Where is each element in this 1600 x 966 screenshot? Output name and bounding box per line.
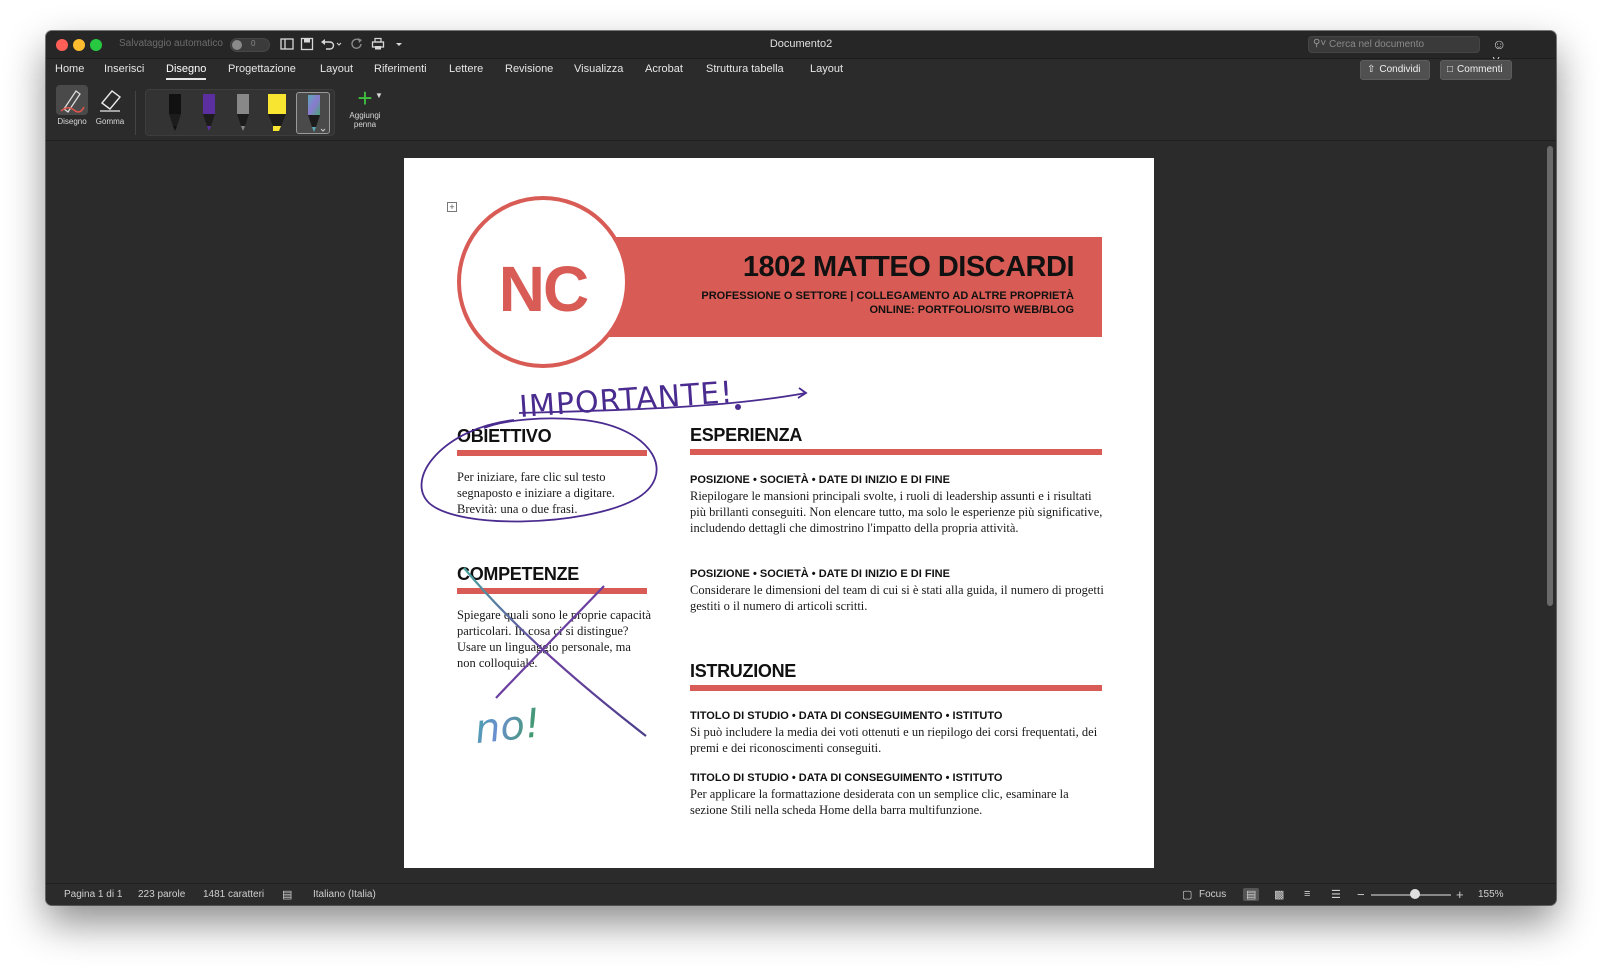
status-page-count[interactable]: Pagina 1 di 1	[64, 889, 122, 900]
search-input[interactable]	[1329, 38, 1477, 51]
search-box[interactable]: ⚲˅	[1308, 36, 1480, 53]
pen-black[interactable]	[158, 92, 192, 134]
chevron-down-icon: ▼	[375, 91, 383, 100]
experience-entry-1-head[interactable]: POSIZIONE • SOCIETÀ • DATE DI INIZIO E D…	[690, 474, 950, 486]
ink-arrowhead-stroke[interactable]	[797, 387, 808, 399]
tab-inserisci[interactable]: Inserisci	[104, 63, 144, 75]
status-word-count[interactable]: 223 parole	[138, 889, 185, 900]
ink-note-importante[interactable]: IMPORTANTE!	[518, 375, 734, 425]
status-char-count[interactable]: 1481 caratteri	[203, 889, 264, 900]
experience-rule	[690, 449, 1102, 455]
objective-text[interactable]: Per iniziare, fare clic sul testo segnap…	[457, 469, 652, 517]
document-canvas[interactable]: + NC 1802 MATTEO DISCARDI PROFESSIONE O …	[46, 142, 1556, 883]
word-window: Salvataggio automatico 0 Documento2 ⚲˅ ☺…	[46, 31, 1556, 905]
tab-progettazione[interactable]: Progettazione	[228, 63, 296, 75]
experience-heading[interactable]: ESPERIENZA	[690, 425, 802, 446]
draw-tool-button[interactable]: Disegno	[54, 85, 90, 126]
eraser-icon	[94, 85, 126, 115]
tab-riferimenti[interactable]: Riferimenti	[374, 63, 427, 75]
education-entry-2-text[interactable]: Per applicare la formattazione desiderat…	[690, 786, 1105, 818]
tab-visualizza[interactable]: Visualizza	[574, 63, 623, 75]
pen-yellow-highlighter[interactable]	[260, 92, 294, 134]
focus-icon[interactable]: ▢	[1182, 888, 1192, 901]
ribbon-draw-tools: Disegno Gomma + ▼ Aggiungi penna	[46, 83, 1556, 141]
eraser-tool-button[interactable]: Gomma	[92, 85, 128, 126]
ink-dot-stroke[interactable]	[735, 404, 741, 410]
add-pen-label-line2: penna	[353, 120, 377, 129]
eraser-tool-label: Gomma	[95, 117, 125, 126]
table-move-handle-icon[interactable]: +	[447, 202, 457, 212]
pen-gallery	[145, 89, 335, 136]
feedback-smiley-icon[interactable]: ☺˅	[1492, 36, 1508, 68]
title-bar: Salvataggio automatico 0 Documento2 ⚲˅ ☺…	[46, 31, 1556, 68]
tab-lettere[interactable]: Lettere	[449, 63, 483, 75]
draw-tool-label: Disegno	[57, 117, 87, 126]
comment-icon: □	[1447, 64, 1454, 75]
header-subtitle-line1: PROFESSIONE O SETTORE | COLLEGAMENTO AD …	[701, 290, 1074, 302]
education-entry-2-head[interactable]: TITOLO DI STUDIO • DATA DI CONSEGUIMENTO…	[690, 772, 1002, 784]
search-icon: ⚲˅	[1313, 38, 1327, 49]
experience-entry-1-text[interactable]: Riepilogare le mansioni principali svolt…	[690, 488, 1105, 536]
experience-entry-2-text[interactable]: Considerare le dimensioni del team di cu…	[690, 582, 1105, 614]
education-entry-1-text[interactable]: Si può includere la media dei voti otten…	[690, 724, 1105, 756]
tab-home[interactable]: Home	[55, 63, 84, 75]
status-bar: Pagina 1 di 1 223 parole 1481 caratteri …	[46, 883, 1556, 905]
candidate-name[interactable]: 1802 MATTEO DISCARDI	[654, 251, 1075, 284]
pen-purple[interactable]	[192, 92, 226, 134]
add-pen-button[interactable]: + ▼ Aggiungi penna	[344, 85, 386, 129]
zoom-slider-knob[interactable]	[1410, 889, 1420, 899]
zoom-percentage[interactable]: 155%	[1478, 889, 1504, 900]
focus-label[interactable]: Focus	[1199, 889, 1226, 900]
header-subtitle-line2: ONLINE: PORTFOLIO/SITO WEB/BLOG	[869, 304, 1074, 316]
zoom-in-icon[interactable]: +	[1456, 887, 1464, 902]
web-layout-view-icon[interactable]: ▩	[1274, 888, 1284, 901]
education-rule	[690, 685, 1102, 691]
comments-button[interactable]: □ Commenti	[1440, 60, 1512, 80]
header-subtitle[interactable]: PROFESSIONE O SETTORE | COLLEGAMENTO AD …	[664, 289, 1074, 317]
tab-layout[interactable]: Layout	[320, 63, 353, 75]
share-button-label: Condividi	[1379, 64, 1421, 75]
tab-struttura-tabella[interactable]: Struttura tabella	[706, 63, 784, 75]
ink-underline-stroke[interactable]	[518, 392, 807, 414]
skills-text[interactable]: Spiegare quali sono le proprie capacità …	[457, 607, 652, 671]
add-pen-label-line1: Aggiungi	[349, 111, 381, 120]
print-layout-view-icon[interactable]: ▤	[1243, 888, 1260, 901]
education-entry-1-head[interactable]: TITOLO DI STUDIO • DATA DI CONSEGUIMENTO…	[690, 710, 1002, 722]
tab-acrobat[interactable]: Acrobat	[645, 63, 683, 75]
ribbon-tabs: Home Inserisci Disegno Progettazione Lay…	[46, 59, 1556, 83]
proofing-book-icon[interactable]: ▤	[282, 888, 292, 901]
monogram-circle: NC	[457, 196, 629, 368]
share-button[interactable]: ⇧ Condividi	[1360, 60, 1430, 80]
status-language[interactable]: Italiano (Italia)	[313, 889, 376, 900]
ink-note-no[interactable]: no!	[473, 700, 543, 753]
skills-rule	[457, 588, 647, 594]
comments-button-label: Commenti	[1457, 64, 1503, 75]
vertical-scrollbar[interactable]	[1547, 146, 1553, 606]
pen-draw-icon	[56, 85, 88, 115]
document-page[interactable]: + NC 1802 MATTEO DISCARDI PROFESSIONE O …	[404, 158, 1154, 868]
objective-rule	[457, 450, 647, 456]
pen-gray-pencil[interactable]	[226, 92, 260, 134]
pen-galaxy-selected[interactable]	[296, 92, 330, 134]
tab-revisione[interactable]: Revisione	[505, 63, 553, 75]
monogram-initials[interactable]: NC	[461, 252, 625, 326]
tab-disegno[interactable]: Disegno	[166, 63, 207, 80]
outline-view-icon[interactable]: ≡	[1304, 888, 1310, 900]
education-heading[interactable]: ISTRUZIONE	[690, 661, 796, 682]
draft-view-icon[interactable]: ☰	[1331, 888, 1341, 901]
zoom-out-icon[interactable]: −	[1357, 887, 1365, 902]
skills-heading[interactable]: COMPETENZE	[457, 564, 579, 585]
experience-entry-2-head[interactable]: POSIZIONE • SOCIETÀ • DATE DI INIZIO E D…	[690, 568, 950, 580]
objective-heading[interactable]: OBIETTIVO	[457, 426, 552, 447]
tab-layout-table[interactable]: Layout	[810, 63, 843, 75]
ribbon-separator	[135, 91, 136, 135]
share-icon: ⇧	[1367, 64, 1376, 75]
